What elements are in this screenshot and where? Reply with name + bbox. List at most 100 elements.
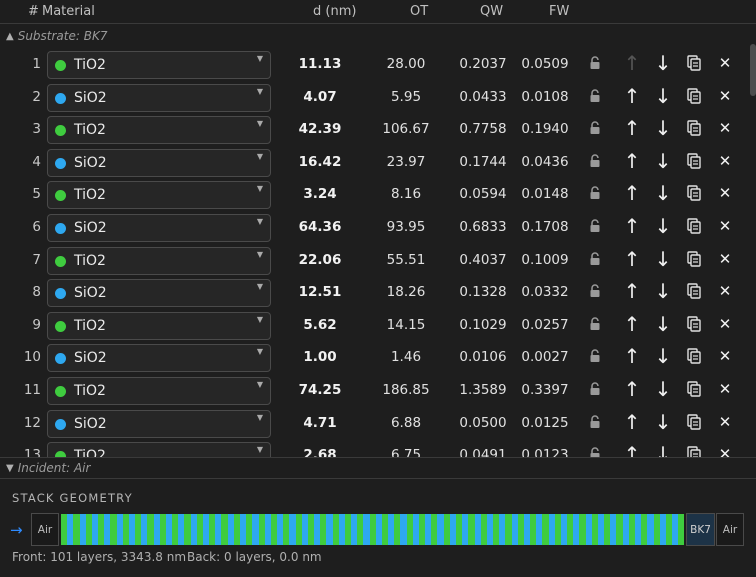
material-select[interactable]: SiO2 ▼ [47,148,271,177]
thickness-value[interactable]: 1.00 [280,349,360,365]
duplicate-icon[interactable] [684,120,704,142]
arrow-down-icon[interactable]: ↓ [653,344,673,368]
arrow-up-icon[interactable]: ↑ [622,181,642,205]
thickness-value[interactable]: 11.13 [280,56,360,72]
lock-open-icon[interactable] [585,56,605,78]
lock-open-icon[interactable] [585,88,605,111]
thickness-value[interactable]: 22.06 [280,252,360,268]
material-select[interactable]: TiO2 ▼ [47,51,271,79]
thickness-value[interactable]: 74.25 [280,382,360,398]
lock-open-icon[interactable] [585,186,605,208]
table-row[interactable]: 9 TiO2 ▼ 5.62 14.15 0.1029 0.0257 ↑ ↓ ✕ [0,310,750,342]
thickness-value[interactable]: 12.51 [280,284,360,300]
arrow-up-icon[interactable]: ↑ [622,344,642,368]
close-icon[interactable]: ✕ [715,347,735,369]
arrow-up-icon[interactable]: ↑ [622,149,642,173]
collapse-triangle-icon[interactable]: ▼ [6,463,14,474]
layer-list[interactable]: 1 TiO2 ▼ 11.13 28.00 0.2037 0.0509 ↑ ↓ ✕… [0,49,750,457]
close-icon[interactable]: ✕ [715,282,735,304]
header-material[interactable]: Material [42,4,95,19]
arrow-down-icon[interactable]: ↓ [653,181,673,205]
lock-open-icon[interactable] [585,447,605,457]
thickness-value[interactable]: 42.39 [280,121,360,137]
duplicate-icon[interactable] [684,316,704,338]
arrow-down-icon[interactable]: ↓ [653,377,673,401]
duplicate-icon[interactable] [684,87,704,110]
material-select[interactable]: TiO2 ▼ [47,181,271,210]
close-icon[interactable]: ✕ [715,184,735,206]
close-icon[interactable]: ✕ [715,380,735,402]
close-icon[interactable]: ✕ [715,315,735,337]
close-icon[interactable]: ✕ [715,87,735,109]
thickness-value[interactable]: 4.07 [280,89,360,105]
material-select[interactable]: TiO2 ▼ [47,246,271,275]
arrow-up-icon[interactable]: ↑ [622,84,642,108]
arrow-up-icon[interactable]: ↑ [622,214,642,238]
arrow-up-icon[interactable]: ↑ [622,410,642,434]
header-qw[interactable]: QW [480,4,503,19]
close-icon[interactable]: ✕ [715,445,735,457]
duplicate-icon[interactable] [684,283,704,305]
lock-open-icon[interactable] [585,349,605,371]
thickness-value[interactable]: 64.36 [280,219,360,235]
header-thickness[interactable]: d (nm) [313,4,356,19]
collapse-triangle-icon[interactable]: ▲ [6,31,14,42]
table-row[interactable]: 13 TiO2 ▼ 2.68 6.75 0.0491 0.0123 ↑ ↓ ✕ [0,440,750,457]
lock-open-icon[interactable] [585,154,605,176]
close-icon[interactable]: ✕ [715,217,735,239]
duplicate-icon[interactable] [684,185,704,207]
table-row[interactable]: 12 SiO2 ▼ 4.71 6.88 0.0500 0.0125 ↑ ↓ ✕ [0,408,750,440]
material-select[interactable]: SiO2 ▼ [47,409,271,438]
incident-group-header[interactable]: ▼ Incident: Air [0,457,756,479]
arrow-down-icon[interactable]: ↓ [653,442,673,457]
table-row[interactable]: 7 TiO2 ▼ 22.06 55.51 0.4037 0.1009 ↑ ↓ ✕ [0,245,750,277]
thickness-value[interactable]: 3.24 [280,186,360,202]
material-select[interactable]: SiO2 ▼ [47,83,271,112]
material-select[interactable]: SiO2 ▼ [47,214,271,242]
arrow-up-icon[interactable]: ↑ [622,312,642,336]
table-row[interactable]: 11 TiO2 ▼ 74.25 186.85 1.3589 0.3397 ↑ ↓… [0,375,750,407]
lock-open-icon[interactable] [585,251,605,274]
table-row[interactable]: 1 TiO2 ▼ 11.13 28.00 0.2037 0.0509 ↑ ↓ ✕ [0,49,750,81]
header-fw[interactable]: FW [549,4,569,19]
table-row[interactable]: 3 TiO2 ▼ 42.39 106.67 0.7758 0.1940 ↑ ↓ … [0,114,750,146]
arrow-up-icon[interactable]: ↑ [622,377,642,401]
arrow-down-icon[interactable]: ↓ [653,51,673,75]
arrow-down-icon[interactable]: ↓ [653,279,673,303]
thickness-value[interactable]: 16.42 [280,154,360,170]
lock-open-icon[interactable] [585,121,605,143]
table-row[interactable]: 5 TiO2 ▼ 3.24 8.16 0.0594 0.0148 ↑ ↓ ✕ [0,179,750,211]
header-ot[interactable]: OT [410,4,428,19]
duplicate-icon[interactable] [684,348,704,370]
arrow-up-icon[interactable]: ↑ [622,51,642,75]
vertical-scrollbar[interactable] [750,44,756,96]
duplicate-icon[interactable] [684,55,704,77]
thickness-value[interactable]: 2.68 [280,447,360,457]
duplicate-icon[interactable] [684,218,704,240]
arrow-up-icon[interactable]: ↑ [622,116,642,140]
duplicate-icon[interactable] [684,446,704,457]
duplicate-icon[interactable] [684,413,704,436]
arrow-down-icon[interactable]: ↓ [653,247,673,271]
material-select[interactable]: TiO2 ▼ [47,116,271,145]
table-row[interactable]: 2 SiO2 ▼ 4.07 5.95 0.0433 0.0108 ↑ ↓ ✕ [0,82,750,114]
duplicate-icon[interactable] [684,381,704,403]
duplicate-icon[interactable] [684,153,704,175]
lock-open-icon[interactable] [585,382,605,404]
substrate-group-header[interactable]: ▲ Substrate: BK7 [0,25,756,47]
material-select[interactable]: TiO2 ▼ [47,377,271,405]
arrow-up-icon[interactable]: ↑ [622,247,642,271]
material-select[interactable]: TiO2 ▼ [47,311,271,340]
lock-open-icon[interactable] [585,317,605,339]
arrow-down-icon[interactable]: ↓ [653,312,673,336]
table-row[interactable]: 4 SiO2 ▼ 16.42 23.97 0.1744 0.0436 ↑ ↓ ✕ [0,147,750,179]
arrow-down-icon[interactable]: ↓ [653,84,673,108]
arrow-down-icon[interactable]: ↓ [653,116,673,140]
arrow-down-icon[interactable]: ↓ [653,410,673,434]
close-icon[interactable]: ✕ [715,119,735,141]
table-row[interactable]: 6 SiO2 ▼ 64.36 93.95 0.6833 0.1708 ↑ ↓ ✕ [0,212,750,244]
arrow-down-icon[interactable]: ↓ [653,214,673,238]
table-row[interactable]: 8 SiO2 ▼ 12.51 18.26 0.1328 0.0332 ↑ ↓ ✕ [0,277,750,309]
close-icon[interactable]: ✕ [715,413,735,435]
thickness-value[interactable]: 4.71 [280,415,360,431]
